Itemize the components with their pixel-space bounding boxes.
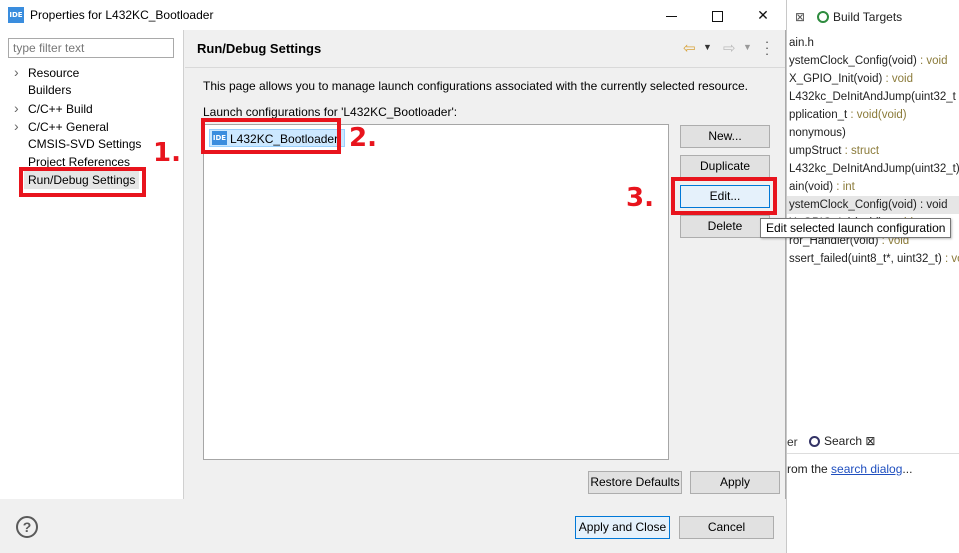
window-title: Properties for L432KC_Bootloader xyxy=(30,8,214,22)
forward-arrow-icon[interactable]: ⇨ xyxy=(723,39,736,57)
tree-item-label: CMSIS-SVD Settings xyxy=(28,137,142,151)
list-item[interactable]: ystemClock_Config(void) : void xyxy=(787,196,959,214)
new-button[interactable]: New... xyxy=(680,125,770,148)
config-list-label: Launch configurations for 'L432KC_Bootlo… xyxy=(203,105,458,119)
help-icon[interactable]: ? xyxy=(16,516,38,538)
list-item[interactable]: umpStruct : struct xyxy=(787,142,959,160)
target-icon xyxy=(817,11,829,23)
outline-item-signature: : struct xyxy=(841,145,880,157)
chevron-down-icon[interactable]: ▼ xyxy=(703,42,712,52)
search-msg-prefix: rom the xyxy=(787,462,832,476)
list-item[interactable]: ystemClock_Config(void) : void xyxy=(787,52,959,70)
search-dialog-link[interactable]: search dialog xyxy=(831,462,902,476)
category-pane: ›ResourceBuilders›C/C++ Build›C/C++ Gene… xyxy=(0,30,184,499)
tree-item-label: C/C++ General xyxy=(28,120,109,134)
list-item[interactable]: L432kc_DeInitAndJump(uint32_t xyxy=(787,88,959,106)
build-targets-label: Build Targets xyxy=(833,10,903,24)
tree-item[interactable]: Builders xyxy=(14,81,71,99)
ide-app-icon: IDE xyxy=(8,7,24,23)
duplicate-button[interactable]: Duplicate xyxy=(680,155,770,178)
list-item[interactable]: ain.h xyxy=(787,34,959,52)
outline-item-name: L432kc_DeInitAndJump(uint32_t xyxy=(789,91,956,103)
minimize-button[interactable] xyxy=(648,0,694,30)
view-menu-icon[interactable]: · · · xyxy=(763,35,771,60)
outline-item-signature: : vo xyxy=(944,253,959,265)
outline-item-name: umpStruct xyxy=(789,145,842,157)
cancel-button[interactable]: Cancel xyxy=(679,516,774,539)
chevron-right-icon[interactable]: › xyxy=(14,117,28,135)
title-bar[interactable]: IDE Properties for L432KC_Bootloader ✕ xyxy=(0,0,786,30)
outline-item-name: ain.h xyxy=(789,37,814,49)
restore-defaults-button[interactable]: Restore Defaults xyxy=(588,471,682,494)
close-button[interactable]: ✕ xyxy=(740,0,786,30)
list-item[interactable]: L432kc_DeInitAndJump(uint32_t) xyxy=(787,160,959,178)
apply-button[interactable]: Apply xyxy=(690,471,780,494)
annotation-box-2 xyxy=(201,118,341,154)
dialog-footer: ? Apply and Close Cancel xyxy=(0,499,786,553)
search-icon xyxy=(809,436,820,447)
list-item[interactable]: ssert_failed(uint8_t*, uint32_t) : vo xyxy=(787,250,959,268)
tree-item-label: Resource xyxy=(28,66,80,80)
search-tab-label: Search xyxy=(824,434,863,448)
chevron-right-icon[interactable]: › xyxy=(14,99,28,117)
properties-dialog: IDE Properties for L432KC_Bootloader ✕ ›… xyxy=(0,0,786,553)
edit-tooltip: Edit selected launch configuration xyxy=(760,218,952,238)
outline-item-name: nonymous) xyxy=(789,127,846,139)
tree-item[interactable]: › Resource xyxy=(14,63,79,81)
launch-config-list[interactable]: IDE L432KC_Bootloader xyxy=(203,124,669,460)
list-item[interactable]: X_GPIO_Init(void) : void xyxy=(787,70,959,88)
background-ide-panel: ⊠ Build Targets ain.h ystemClock_Config(v… xyxy=(786,0,959,553)
page-header: Run/Debug Settings ⇦ ▼ ⇨ ▼ · · · xyxy=(185,30,785,68)
tree-item[interactable]: › C/C++ General xyxy=(14,117,109,135)
annotation-box-3 xyxy=(671,177,777,215)
chevron-down-icon[interactable]: ▼ xyxy=(743,42,752,52)
filter-input[interactable] xyxy=(8,38,174,58)
close-icon[interactable]: ⊠ xyxy=(795,10,805,24)
search-tab-bar: er Search ⊠ xyxy=(787,430,959,454)
outline-item-name: X_GPIO_Init(void) xyxy=(789,73,883,85)
search-message: rom the search dialog... xyxy=(787,462,912,476)
outline-item-name: ystemClock_Config(void) : void xyxy=(789,199,948,211)
tree-item-label: C/C++ Build xyxy=(28,102,93,116)
tree-item[interactable]: › C/C++ Build xyxy=(14,99,93,117)
list-item[interactable]: ain(void) : int xyxy=(787,178,959,196)
maximize-icon xyxy=(711,10,723,22)
outline-item-name: ssert_failed(uint8_t*, uint32_t) xyxy=(789,253,942,265)
minimize-icon xyxy=(665,15,677,17)
ide-tab-bar: ⊠ Build Targets xyxy=(787,6,959,30)
tab-search[interactable]: Search ⊠ xyxy=(809,434,875,448)
delete-button[interactable]: Delete xyxy=(680,215,770,238)
outline-item-name: L432kc_DeInitAndJump(uint32_t) xyxy=(789,163,959,175)
annotation-number-1: 1. xyxy=(153,138,181,168)
tree-item-label: Builders xyxy=(28,83,72,97)
list-item[interactable]: nonymous) xyxy=(787,124,959,142)
apply-and-close-button[interactable]: Apply and Close xyxy=(575,516,670,539)
outline-item-name: pplication_t xyxy=(789,109,848,121)
chevron-right-icon[interactable]: › xyxy=(14,63,28,81)
annotation-number-2: 2. xyxy=(349,123,377,153)
back-arrow-icon[interactable]: ⇦ xyxy=(683,39,696,57)
page-description: This page allows you to manage launch co… xyxy=(203,79,748,93)
outline-item-signature: : int xyxy=(833,181,855,193)
outline-item-signature: : void xyxy=(882,73,914,85)
outline-item-signature: : void xyxy=(916,55,948,67)
tab-partial[interactable]: er xyxy=(787,435,798,449)
maximize-button[interactable] xyxy=(694,0,740,30)
search-msg-suffix: ... xyxy=(902,462,913,476)
outline-item-name: ain(void) xyxy=(789,181,834,193)
tab-build-targets[interactable]: Build Targets xyxy=(817,10,902,24)
outline-item-signature: : void(void) xyxy=(847,109,907,121)
tree-item[interactable]: CMSIS-SVD Settings xyxy=(14,135,141,153)
page-title: Run/Debug Settings xyxy=(197,41,322,56)
outline-item-name: ystemClock_Config(void) xyxy=(789,55,917,67)
annotation-box-1 xyxy=(19,167,146,197)
annotation-number-3: 3. xyxy=(626,183,654,213)
close-icon: ✕ xyxy=(757,7,769,23)
list-item[interactable]: pplication_t : void(void) xyxy=(787,106,959,124)
settings-page: Run/Debug Settings ⇦ ▼ ⇨ ▼ · · · This page… xyxy=(185,30,785,499)
close-icon[interactable]: ⊠ xyxy=(865,434,875,448)
